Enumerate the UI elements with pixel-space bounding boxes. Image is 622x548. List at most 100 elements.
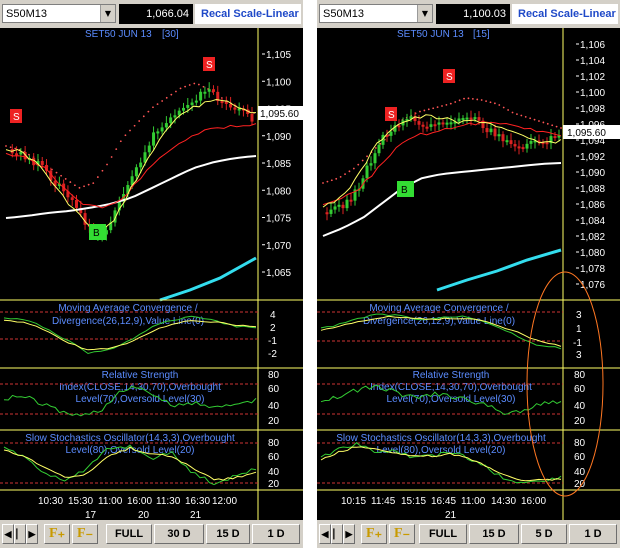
macd-title-2: Divergence(26,12,9),Value Line(0) xyxy=(52,316,204,327)
price-tick-label: 1,075 xyxy=(266,214,291,225)
svg-text:16:30: 16:30 xyxy=(185,496,210,507)
trend-line xyxy=(159,256,257,302)
range-30d-button[interactable]: 30 D xyxy=(154,524,204,544)
symbol-select[interactable]: S50M13 ▼ xyxy=(319,4,433,23)
price-tick-label: 1,086 xyxy=(580,200,605,211)
price-tick-label: 1,088 xyxy=(580,184,605,195)
candle xyxy=(517,146,521,149)
macd-axis: 3 1 -1 3 xyxy=(573,310,582,361)
range-1d-button[interactable]: 1 D xyxy=(252,524,300,544)
trend-line xyxy=(436,248,562,292)
nav-prev-button[interactable]: ▏ xyxy=(14,524,26,544)
candle xyxy=(40,161,44,166)
candle xyxy=(250,113,254,122)
svg-text:40: 40 xyxy=(268,401,280,412)
candle xyxy=(333,206,337,210)
rs-title-1: Relative Strength xyxy=(413,370,490,381)
svg-text:80: 80 xyxy=(574,438,586,449)
nav-first-button[interactable]: ◀ xyxy=(2,524,14,544)
chart-period: [30] xyxy=(162,29,179,40)
candle xyxy=(19,151,23,155)
svg-text:40: 40 xyxy=(574,401,586,412)
candle xyxy=(329,209,333,214)
stoch-title-1: Slow Stochastics Oscillator(14,3,3),Over… xyxy=(336,433,546,444)
chevron-down-icon[interactable]: ▼ xyxy=(100,5,115,22)
candle xyxy=(169,117,173,124)
candle xyxy=(134,167,138,177)
svg-text:3: 3 xyxy=(576,350,582,361)
svg-text:16:00: 16:00 xyxy=(127,496,152,507)
range-15d-button[interactable]: 15 D xyxy=(469,524,519,544)
recal-scale-button[interactable]: Recal Scale-Linear xyxy=(195,4,301,24)
stoch-title-2: Level(80),Oversold Level(20) xyxy=(377,445,506,456)
nav-first-button[interactable]: ◀ xyxy=(319,524,331,544)
candle xyxy=(15,153,19,156)
candle xyxy=(147,145,151,153)
range-5d-button[interactable]: 5 D xyxy=(521,524,567,544)
price-tick-label: 1,092 xyxy=(580,152,605,163)
candle xyxy=(160,127,164,132)
svg-text:-1: -1 xyxy=(573,338,582,349)
stoch-title-1: Slow Stochastics Oscillator(14,3,3),Over… xyxy=(25,433,235,444)
range-1d-button[interactable]: 1 D xyxy=(569,524,617,544)
price-tick-label: 1,084 xyxy=(580,216,605,227)
candle xyxy=(485,128,489,133)
nav-prev-button[interactable]: ▏ xyxy=(331,524,343,544)
chart-area[interactable]: SET50 JUN 13 [30] 1,1051,1001,0951,0901,… xyxy=(0,28,303,520)
svg-text:S: S xyxy=(446,72,453,83)
candle xyxy=(521,147,525,150)
range-15d-button[interactable]: 15 D xyxy=(206,524,250,544)
price-tick-label: 1,100 xyxy=(266,77,291,88)
candle xyxy=(473,117,477,120)
price-tick-label: 1,080 xyxy=(580,248,605,259)
price-tick-label: 1,100 xyxy=(580,88,605,99)
candle xyxy=(373,153,377,164)
zoom-out-button[interactable]: F₋ xyxy=(389,524,415,544)
time-axis: 10:15 11:45 15:15 16:45 11:00 14:30 16:0… xyxy=(341,496,546,520)
candle xyxy=(501,134,505,142)
price-tick-label: 1,106 xyxy=(580,40,605,51)
svg-text:16:45: 16:45 xyxy=(431,496,456,507)
candle xyxy=(525,143,529,149)
price-tick-label: 1,078 xyxy=(580,264,605,275)
candle xyxy=(497,134,501,137)
zoom-out-button[interactable]: F₋ xyxy=(72,524,98,544)
signal-sell-1: S xyxy=(385,107,397,121)
symbol-select[interactable]: S50M13 ▼ xyxy=(2,4,116,23)
svg-text:-2: -2 xyxy=(268,349,277,360)
rs-axis: 80 60 40 20 xyxy=(268,370,280,427)
recal-scale-button[interactable]: Recal Scale-Linear xyxy=(512,4,618,24)
svg-text:4: 4 xyxy=(270,310,276,321)
stoch-axis: 80 60 40 20 xyxy=(268,438,280,490)
svg-text:80: 80 xyxy=(268,438,280,449)
candle xyxy=(465,117,469,120)
range-toolbar: ◀ ▏ ▶ F₊ F₋ FULL 15 D 5 D 1 D xyxy=(317,520,620,548)
last-price-value: 1,095.60 xyxy=(260,109,299,120)
zoom-in-button[interactable]: F₊ xyxy=(361,524,387,544)
candle xyxy=(529,140,533,144)
svg-text:11:45: 11:45 xyxy=(371,496,396,507)
svg-text:11:00: 11:00 xyxy=(461,496,486,507)
price-tick-label: 1,098 xyxy=(580,104,605,115)
signal-sell-1: S xyxy=(10,109,22,123)
candle xyxy=(74,200,78,208)
range-full-button[interactable]: FULL xyxy=(419,524,467,544)
candle xyxy=(513,144,517,147)
toolbar: S50M13 ▼ 1,100.03 Recal Scale-Linear xyxy=(317,0,620,28)
price-axis: 1,1061,1041,1021,1001,0981,0961,0941,092… xyxy=(576,40,605,291)
chevron-down-icon[interactable]: ▼ xyxy=(417,5,432,22)
moving-average-mid xyxy=(5,123,257,209)
current-price-value: 1,100.03 xyxy=(463,8,506,20)
zoom-in-button[interactable]: F₊ xyxy=(44,524,70,544)
range-full-button[interactable]: FULL xyxy=(106,524,152,544)
candle xyxy=(437,122,441,125)
nav-next-button[interactable]: ▶ xyxy=(343,524,355,544)
nav-next-button[interactable]: ▶ xyxy=(26,524,38,544)
price-tick-label: 1,105 xyxy=(266,50,291,61)
svg-text:2: 2 xyxy=(270,323,276,334)
price-tick-label: 1,102 xyxy=(580,72,605,83)
svg-text:10:30: 10:30 xyxy=(38,496,63,507)
recal-scale-label: Recal Scale-Linear xyxy=(201,8,299,20)
candle xyxy=(139,162,143,168)
chart-area[interactable]: SET50 JUN 13 [15] 1,106 1,104 1,102 1,100 1,… xyxy=(317,28,620,520)
